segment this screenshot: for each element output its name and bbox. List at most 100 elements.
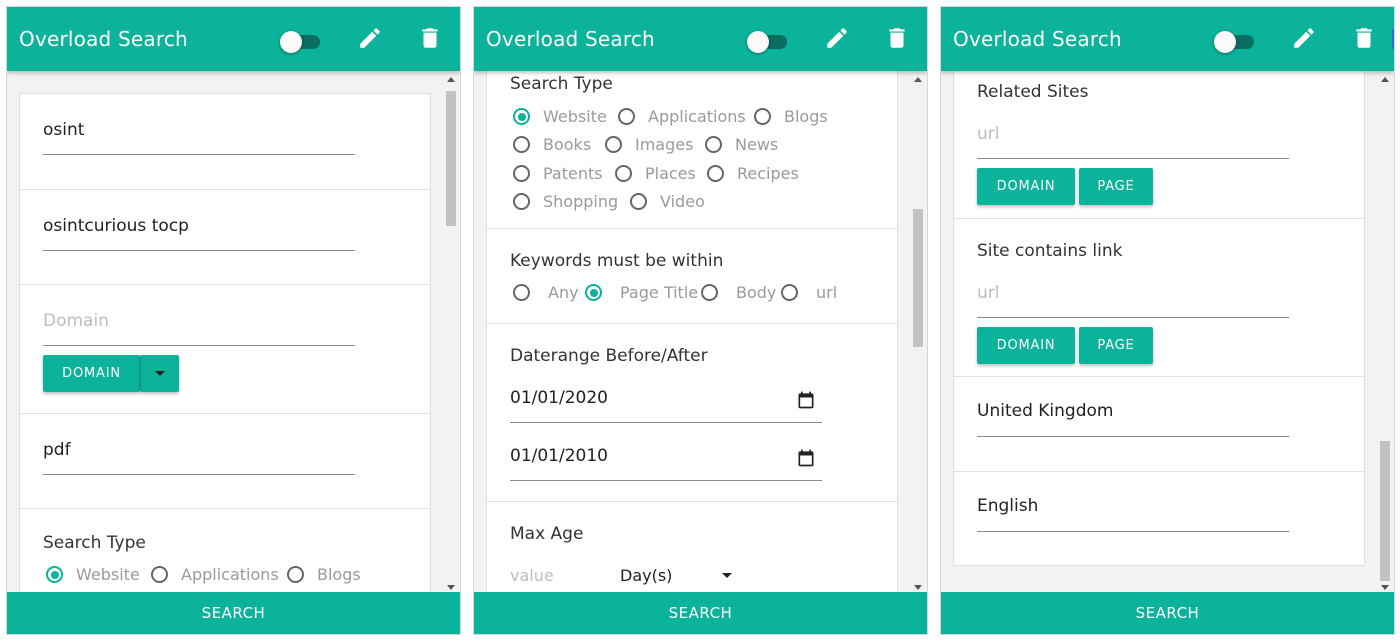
radio-blogs[interactable]: Blogs (754, 107, 828, 126)
scrollbar[interactable] (911, 71, 925, 594)
radio-website[interactable]: Website (513, 107, 607, 126)
domain-row: Domain DOMAIN (20, 284, 430, 413)
pencil-icon[interactable] (357, 25, 383, 51)
radio-url[interactable]: url (781, 283, 837, 302)
radio-applications[interactable]: Applications (151, 565, 279, 584)
domain-dropdown-button[interactable] (140, 355, 179, 392)
radio-patents[interactable]: Patents (513, 164, 603, 183)
overload-search-panel-2: Overload Search Search Type Website Appl… (473, 6, 928, 635)
radio-books[interactable]: Books (513, 135, 591, 154)
max-age-title: Max Age (510, 524, 584, 544)
pencil-icon[interactable] (1291, 25, 1317, 51)
form-card: osint osintcurious tocp Domain DOMAIN pd… (19, 93, 431, 594)
app-header: Overload Search (7, 7, 460, 71)
form-scroll-area[interactable]: Related Sites url DOMAIN PAGE Site conta… (941, 71, 1394, 594)
language-select[interactable]: English (977, 496, 1038, 516)
radio-places[interactable]: Places (615, 164, 696, 183)
pencil-icon[interactable] (824, 25, 850, 51)
contains-link-title: Site contains link (977, 241, 1123, 261)
scroll-down-icon[interactable] (914, 585, 922, 590)
radio-shopping[interactable]: Shopping (513, 192, 618, 211)
app-title: Overload Search (953, 27, 1122, 51)
keyword-input[interactable]: osintcurious tocp (43, 216, 189, 236)
enable-toggle[interactable] (747, 31, 787, 53)
overload-search-panel-1: Overload Search osint osintcurious tocp … (6, 6, 461, 635)
scrollbar[interactable] (1378, 71, 1392, 594)
search-button[interactable]: SEARCH (474, 592, 927, 634)
contains-link-url-input[interactable]: url (977, 283, 1000, 303)
enable-toggle[interactable] (1214, 31, 1254, 53)
search-type-row: Search Type Website Applications Blogs (20, 508, 430, 594)
search-button[interactable]: SEARCH (941, 592, 1394, 634)
related-page-button[interactable]: PAGE (1079, 168, 1153, 205)
calendar-icon[interactable] (796, 390, 816, 410)
scroll-down-icon[interactable] (447, 585, 455, 590)
radio-images[interactable]: Images (605, 135, 693, 154)
scrollbar[interactable] (444, 71, 458, 594)
form-card: Related Sites url DOMAIN PAGE Site conta… (953, 71, 1365, 566)
trash-icon[interactable] (417, 25, 443, 51)
max-age-input[interactable]: value (510, 566, 554, 585)
search-type-title: Search Type (510, 74, 613, 94)
scroll-thumb[interactable] (1380, 441, 1390, 581)
daterange-title: Daterange Before/After (510, 346, 708, 366)
field-row: pdf (20, 413, 430, 508)
radio-recipes[interactable]: Recipes (707, 164, 799, 183)
trash-icon[interactable] (884, 25, 910, 51)
language-row: English (954, 471, 1364, 567)
related-sites-url-input[interactable]: url (977, 124, 1000, 144)
radio-applications[interactable]: Applications (618, 107, 746, 126)
scroll-up-icon[interactable] (447, 77, 455, 82)
search-type-title: Search Type (43, 533, 146, 553)
scroll-thumb[interactable] (446, 91, 456, 226)
app-header: Overload Search (474, 7, 927, 71)
field-row: osint (20, 94, 430, 189)
trash-icon[interactable] (1351, 25, 1377, 51)
contains-link-row: Site contains link url DOMAIN PAGE (954, 218, 1364, 376)
date-after-input[interactable]: 01/01/2010 (510, 446, 608, 466)
keyword-input[interactable]: osint (43, 120, 84, 140)
radio-blogs[interactable]: Blogs (287, 565, 361, 584)
related-sites-title: Related Sites (977, 82, 1089, 102)
related-domain-button[interactable]: DOMAIN (977, 168, 1075, 205)
radio-any[interactable]: Any (513, 283, 579, 302)
keywords-row: Keywords must be within Any Page Title B… (487, 228, 897, 323)
header-accent (1392, 29, 1394, 49)
scroll-up-icon[interactable] (914, 77, 922, 82)
app-header: Overload Search (941, 7, 1394, 71)
radio-news[interactable]: News (705, 135, 778, 154)
app-title: Overload Search (486, 27, 655, 51)
filetype-input[interactable]: pdf (43, 440, 71, 460)
caret-down-icon (155, 371, 165, 376)
form-card: Search Type Website Applications Blogs B… (486, 71, 898, 594)
max-age-row: Max Age value Day(s) (487, 501, 897, 594)
daterange-row: Daterange Before/After 01/01/2020 01/01/… (487, 323, 897, 501)
overload-search-panel-3: Overload Search Related Sites url DOMAIN… (940, 6, 1395, 635)
max-age-unit-select[interactable]: Day(s) (620, 566, 672, 585)
app-title: Overload Search (19, 27, 188, 51)
link-domain-button[interactable]: DOMAIN (977, 327, 1075, 364)
caret-down-icon[interactable] (722, 573, 732, 578)
scroll-up-icon[interactable] (1381, 77, 1389, 82)
related-sites-row: Related Sites url DOMAIN PAGE (954, 71, 1364, 218)
calendar-icon[interactable] (796, 448, 816, 468)
radio-website[interactable]: Website (46, 565, 140, 584)
scroll-thumb[interactable] (913, 209, 923, 347)
country-row: United Kingdom (954, 376, 1364, 471)
date-before-input[interactable]: 01/01/2020 (510, 388, 608, 408)
domain-input[interactable]: Domain (43, 311, 109, 331)
keywords-title: Keywords must be within (510, 251, 724, 271)
domain-button[interactable]: DOMAIN (43, 355, 140, 392)
radio-video[interactable]: Video (630, 192, 705, 211)
radio-body[interactable]: Body (701, 283, 776, 302)
search-type-row: Search Type Website Applications Blogs B… (487, 71, 897, 228)
link-page-button[interactable]: PAGE (1079, 327, 1153, 364)
scroll-down-icon[interactable] (1381, 585, 1389, 590)
enable-toggle[interactable] (280, 31, 320, 53)
form-scroll-area[interactable]: osint osintcurious tocp Domain DOMAIN pd… (7, 71, 460, 594)
radio-page-title[interactable]: Page Title (585, 283, 698, 302)
field-row: osintcurious tocp (20, 189, 430, 284)
form-scroll-area[interactable]: Search Type Website Applications Blogs B… (474, 71, 927, 594)
country-select[interactable]: United Kingdom (977, 401, 1113, 421)
search-button[interactable]: SEARCH (7, 592, 460, 634)
